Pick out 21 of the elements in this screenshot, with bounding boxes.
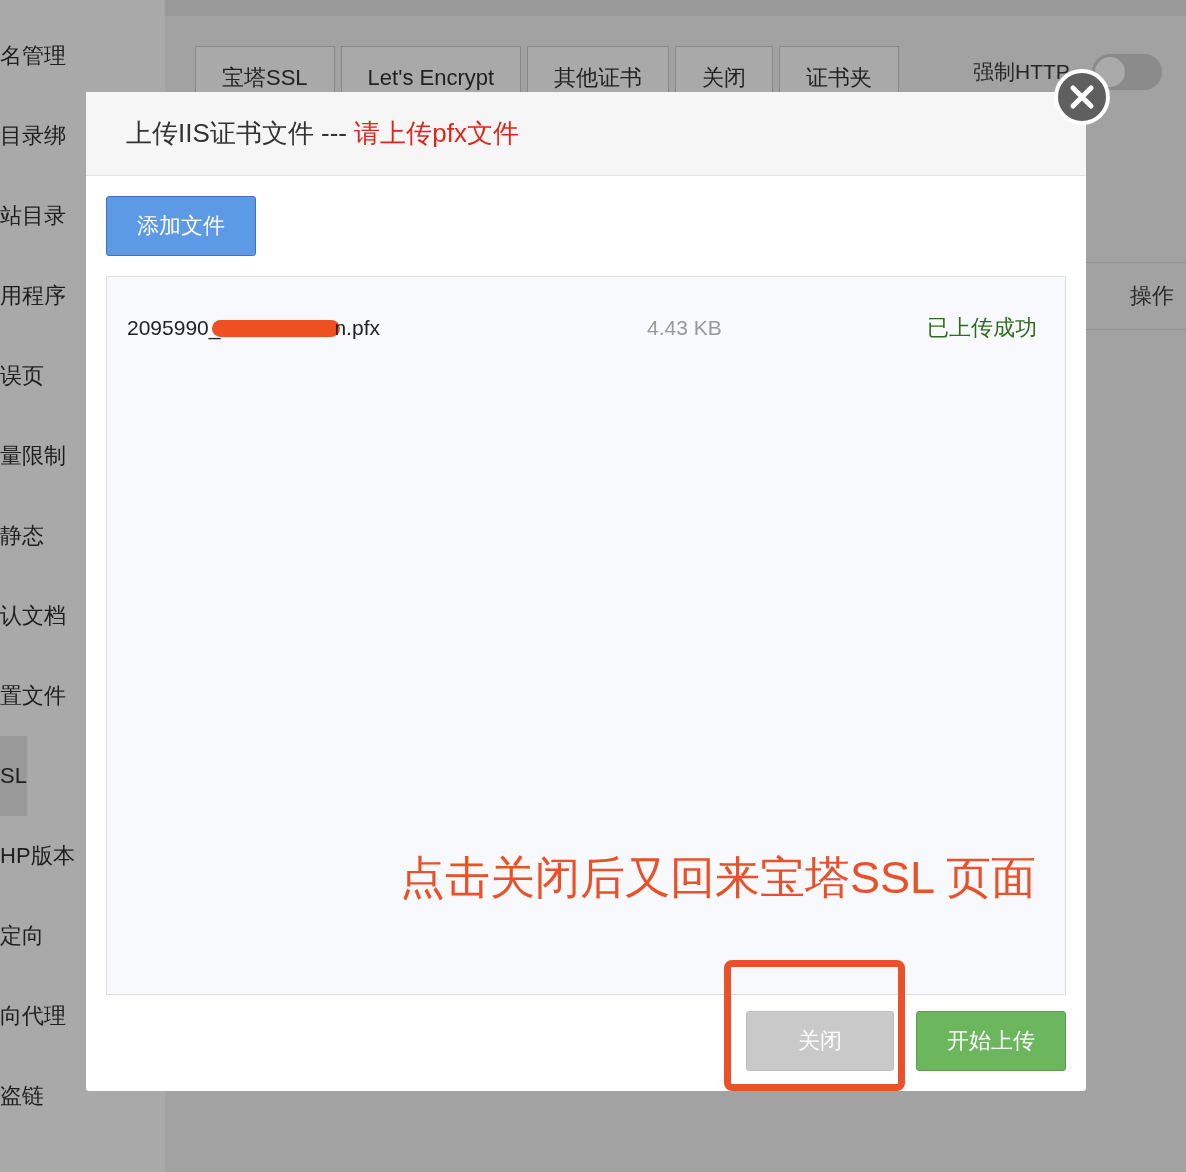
sidebar-item[interactable]: 站目录 (0, 176, 66, 256)
sidebar-item[interactable]: 量限制 (0, 416, 66, 496)
sidebar-item[interactable]: HP版本 (0, 816, 75, 896)
sidebar-item[interactable]: 目录绑 (0, 96, 66, 176)
toggle-switch[interactable] (1091, 54, 1162, 90)
sidebar-item[interactable]: SL (0, 736, 27, 816)
annotation-text: 点击关闭后又回来宝塔SSL 页面 (400, 851, 1036, 905)
sidebar-item[interactable]: 名管理 (0, 16, 66, 96)
sidebar-item[interactable]: 静态 (0, 496, 44, 576)
sidebar-item[interactable]: 定向 (0, 896, 44, 976)
sidebar-item[interactable]: 认文档 (0, 576, 66, 656)
column-header: 操作 (1130, 282, 1175, 310)
dialog-title: 上传IIS证书文件 --- 请上传pfx文件 (126, 117, 519, 150)
switch-label: 强制HTTP (973, 59, 1070, 85)
upload-status: 已上传成功 (927, 314, 1037, 342)
file-size: 4.43 KB (647, 316, 722, 339)
sidebar-item[interactable]: 用程序 (0, 256, 66, 336)
sidebar-item[interactable]: 误页 (0, 336, 44, 416)
sidebar-item[interactable]: 盗链 (0, 1056, 44, 1136)
sidebar-item[interactable]: 置文件 (0, 656, 66, 736)
sidebar-item[interactable]: 向代理 (0, 976, 66, 1056)
